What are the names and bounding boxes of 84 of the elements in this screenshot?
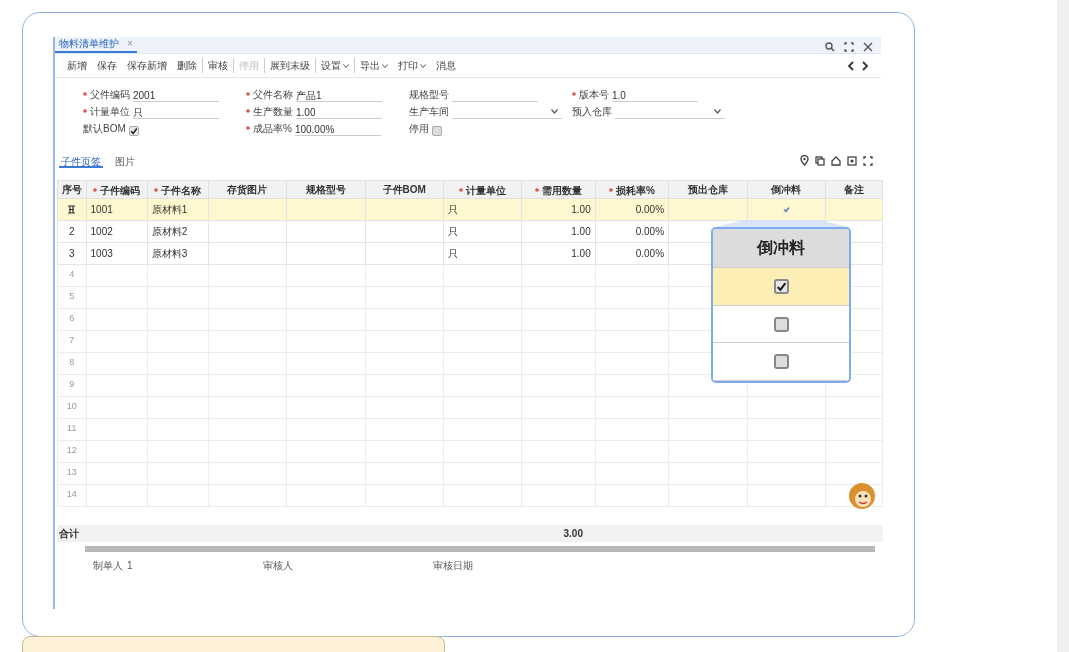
checkbox[interactable]	[773, 316, 789, 332]
field-label: 成品率%	[253, 122, 292, 136]
field-label: 默认BOM	[83, 122, 126, 136]
close-icon[interactable]	[863, 42, 873, 52]
input-field[interactable]: 2001	[133, 88, 219, 102]
field-label: 版本号	[579, 88, 609, 102]
toolbar-button[interactable]: 导出	[360, 58, 388, 73]
caret-icon	[343, 63, 349, 68]
search-icon[interactable]	[825, 42, 835, 52]
field-label: 父件编码	[90, 88, 130, 102]
horizontal-scrollbar[interactable]	[85, 545, 875, 552]
location-pin-icon[interactable]	[800, 155, 809, 166]
copy-icon[interactable]	[815, 155, 825, 166]
toolbar-button[interactable]: 新增	[67, 58, 87, 73]
total-value: 3.00	[563, 527, 583, 539]
column-header: 规格型号	[286, 180, 366, 198]
field-label: 停用	[409, 122, 429, 136]
document-tab[interactable]: 物料清单维护 ×	[55, 36, 137, 53]
column-header: 序号	[57, 180, 86, 198]
column-header: 子件BOM	[365, 180, 444, 198]
field-label: 生产数量	[253, 105, 293, 119]
row-number: 9	[57, 374, 86, 396]
toolbar-button[interactable]: 保存新增	[127, 58, 167, 73]
column-header: 需用数量	[521, 180, 596, 198]
row-number: 11	[57, 418, 86, 440]
column-header: 计量单位	[443, 180, 522, 198]
checkbox[interactable]	[128, 126, 139, 136]
fullscreen-icon[interactable]	[844, 42, 854, 52]
row-number: 8	[57, 352, 86, 374]
row-number: 10	[57, 396, 86, 418]
row-number: 7	[57, 330, 86, 352]
footer-value: 1	[127, 558, 133, 573]
toolbar-button[interactable]: 保存	[97, 58, 117, 73]
sub-tab[interactable]: 图片	[113, 154, 137, 168]
toolbar-button[interactable]: 消息	[436, 58, 456, 73]
row-number: 4	[57, 264, 86, 286]
grid-settings-icon[interactable]	[847, 155, 857, 166]
row-number: 13	[57, 462, 86, 484]
column-header: 预出仓库	[668, 180, 747, 198]
toolbar-button[interactable]: 删除	[177, 58, 197, 73]
toolbar-button[interactable]: 审核	[208, 58, 228, 73]
input-field[interactable]: 1.00	[296, 105, 382, 119]
checkbox[interactable]	[773, 278, 789, 294]
column-header: 损耗率%	[595, 180, 669, 198]
chevron-down-icon	[551, 109, 558, 114]
caret-icon	[420, 63, 426, 68]
checkbox[interactable]	[432, 126, 442, 136]
column-header: 子件名称	[147, 180, 209, 198]
row-number: 2	[57, 220, 86, 242]
total-label: 合计	[59, 527, 79, 539]
field-label: 生产车间	[409, 105, 449, 119]
row-marker-icon	[67, 205, 77, 215]
previous-icon[interactable]	[847, 60, 854, 71]
field-label: 父件名称	[253, 88, 293, 102]
caret-icon	[382, 63, 388, 68]
column-header: 子件编码	[86, 180, 148, 198]
input-field[interactable]: 只	[133, 105, 219, 119]
column-header: 倒冲料	[747, 180, 826, 198]
column-header: 存货图片	[208, 180, 287, 198]
sub-tab[interactable]: 子件页签	[59, 154, 103, 168]
field-label: 预入仓库	[572, 105, 612, 119]
row-number: 6	[57, 308, 86, 330]
home-icon[interactable]	[831, 155, 841, 166]
footer-label: 审核日期	[433, 558, 473, 573]
field-label: 计量单位	[90, 105, 130, 119]
row-number: 5	[57, 286, 86, 308]
row-number: 3	[57, 242, 86, 264]
checkbox[interactable]	[773, 354, 789, 370]
input-field[interactable]: 1.0	[612, 88, 698, 102]
row-number: 14	[57, 484, 86, 506]
chevron-down-icon	[714, 109, 721, 114]
row-number: 12	[57, 440, 86, 462]
toolbar-button[interactable]: 展到末级	[270, 58, 310, 73]
input-field[interactable]: 产品1	[296, 88, 382, 102]
input-field[interactable]: 100.00%	[294, 122, 381, 136]
footer-label: 审核人	[263, 558, 293, 573]
callout-title: 倒冲料	[757, 238, 805, 258]
fullscreen-icon[interactable]	[863, 155, 873, 166]
next-icon[interactable]	[862, 60, 869, 71]
column-header: 备注	[825, 180, 883, 198]
toolbar-button[interactable]: 设置	[321, 58, 349, 73]
toolbar-button[interactable]: 打印	[398, 58, 426, 73]
field-label: 规格型号	[409, 88, 449, 102]
footer-label: 制单人	[93, 558, 123, 573]
